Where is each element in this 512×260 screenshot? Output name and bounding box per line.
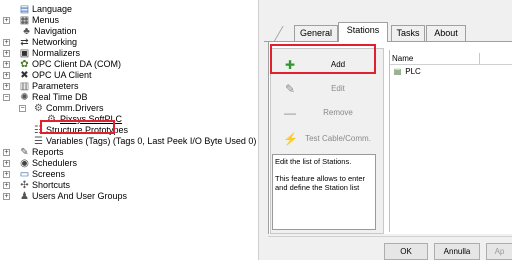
tree-item-screens[interactable]: + ▭ Screens: [0, 169, 258, 180]
test-cable-icon: ⚡: [283, 132, 298, 146]
expand-toggle[interactable]: +: [3, 160, 10, 167]
tree-item-label: Navigation: [34, 26, 77, 36]
tree-item-label: Real Time DB: [32, 92, 88, 102]
tree-item-label: Normalizers: [32, 48, 81, 58]
column-header-name[interactable]: Name: [390, 53, 480, 64]
footer-divider: [268, 236, 512, 237]
plc-station-icon: ▤: [393, 67, 402, 76]
navigation-icon: ♣: [23, 26, 30, 37]
tree-item-label: Parameters: [32, 81, 79, 91]
normalizers-icon: ▣: [19, 48, 30, 59]
expand-toggle[interactable]: +: [3, 39, 10, 46]
screens-icon: ▭: [19, 169, 30, 180]
expand-toggle[interactable]: +: [3, 193, 10, 200]
expand-toggle[interactable]: +: [3, 61, 10, 68]
menus-icon: ▦: [19, 15, 30, 26]
tree-item-label: OPC UA Client: [32, 70, 92, 80]
tree-item-label: Shortcuts: [32, 180, 71, 190]
tree-item-label: Reports: [32, 147, 64, 157]
tree-item-pixsys-softplc[interactable]: ⚙ Pixsys SoftPLC: [0, 114, 258, 125]
tree-item-parameters[interactable]: + ▥ Parameters: [0, 81, 258, 92]
description-box: Edit the list of Stations. This feature …: [272, 154, 376, 230]
edit-button-label: Edit: [331, 84, 345, 93]
tree-item-navigation[interactable]: ♣ Navigation: [0, 26, 258, 37]
networking-icon: ⇄: [20, 37, 29, 48]
reports-icon: ✎: [20, 147, 29, 158]
remove-button-label: Remove: [323, 108, 353, 117]
tree-item-schedulers[interactable]: + ◉ Schedulers: [0, 158, 258, 169]
edit-station-button[interactable]: ✎ Edit: [275, 77, 379, 101]
list-item[interactable]: ▤ PLC: [392, 66, 421, 77]
opc-ua-icon: ✖: [20, 70, 29, 81]
tree-item-networking[interactable]: + ⇄ Networking: [0, 37, 258, 48]
expand-toggle[interactable]: −: [19, 105, 26, 112]
tree-item-label: Screens: [32, 169, 66, 179]
database-icon: ✺: [20, 92, 29, 103]
tree-item-label: Menus: [32, 15, 60, 25]
remove-icon: —: [284, 106, 296, 120]
remove-station-button[interactable]: — Remove: [275, 101, 379, 125]
tree-item-variables[interactable]: ☰ Variables (Tags) (Tags 0, Last Peek I/…: [0, 136, 258, 147]
tree-item-label: Comm.Drivers: [46, 103, 104, 113]
schedulers-icon: ◉: [20, 158, 29, 169]
expand-toggle[interactable]: −: [3, 94, 10, 101]
tree-item-language[interactable]: ▤ Language: [0, 4, 258, 15]
tab-tasks[interactable]: Tasks: [391, 25, 425, 42]
tree-item-opc-client-da[interactable]: + ✿ OPC Client DA (COM): [0, 59, 258, 70]
project-tree: ▤ Language + ▦ Menus ♣ Navigation + ⇄ Ne…: [0, 0, 258, 260]
tree-item-structure-prototypes[interactable]: ☷ Structure Prototypes: [0, 125, 258, 136]
tree-item-real-time-db[interactable]: − ✺ Real Time DB: [0, 92, 258, 103]
expand-toggle[interactable]: +: [3, 50, 10, 57]
expand-toggle[interactable]: +: [3, 149, 10, 156]
shortcuts-icon: ✣: [20, 180, 29, 191]
expand-toggle[interactable]: +: [3, 171, 10, 178]
comm-drivers-icon: ⚙: [34, 103, 43, 114]
language-icon: ▤: [19, 4, 30, 15]
cancel-button[interactable]: Annulla: [434, 243, 480, 260]
tree-item-opc-ua-client[interactable]: + ✖ OPC UA Client: [0, 70, 258, 81]
parameters-icon: ▥: [19, 81, 30, 92]
station-name: PLC: [405, 67, 421, 76]
tree-item-reports[interactable]: + ✎ Reports: [0, 147, 258, 158]
add-highlight: [270, 44, 376, 74]
header-rule: [390, 64, 512, 65]
tree-item-users-and-groups[interactable]: + ♟ Users And User Groups: [0, 191, 258, 202]
expand-toggle[interactable]: +: [3, 83, 10, 90]
expand-toggle[interactable]: +: [3, 72, 10, 79]
tab-general[interactable]: General: [294, 25, 338, 42]
tree-item-shortcuts[interactable]: + ✣ Shortcuts: [0, 180, 258, 191]
expand-toggle[interactable]: +: [3, 17, 10, 24]
edit-icon: ✎: [284, 82, 296, 96]
tree-item-menus[interactable]: + ▦ Menus: [0, 15, 258, 26]
tree-item-comm-drivers[interactable]: − ⚙ Comm.Drivers: [0, 103, 258, 114]
test-cable-button-label: Test Cable/Comm.: [305, 134, 371, 143]
tree-item-normalizers[interactable]: + ▣ Normalizers: [0, 48, 258, 59]
tab-strip: General Stations Tasks About: [264, 22, 512, 42]
tree-item-label: Users And User Groups: [32, 191, 128, 201]
tree-item-label: Variables (Tags) (Tags 0, Last Peek I/O …: [46, 136, 257, 146]
tab-stations[interactable]: Stations: [338, 22, 388, 42]
stations-list[interactable]: Name ▤ PLC: [389, 50, 512, 232]
tab-about[interactable]: About: [426, 25, 466, 42]
driver-settings-dialog: General Stations Tasks About ✚ Add ✎ Edi…: [264, 0, 512, 260]
variables-icon: ☰: [34, 136, 43, 147]
description-title: Edit the list of Stations.: [275, 157, 352, 166]
tree-item-label: Language: [32, 4, 73, 14]
tree-item-label: Schedulers: [32, 158, 78, 168]
description-text: This feature allows to enter and define …: [275, 174, 366, 192]
opc-da-icon: ✿: [20, 59, 29, 70]
expand-toggle[interactable]: +: [3, 182, 10, 189]
test-cable-button[interactable]: ⚡ Test Cable/Comm.: [275, 125, 379, 153]
tree-item-label: OPC Client DA (COM): [32, 59, 122, 69]
column-header-extra[interactable]: [480, 53, 512, 64]
ok-button[interactable]: OK: [384, 243, 428, 260]
apply-button[interactable]: Ap: [486, 243, 512, 260]
selection-highlight: [40, 120, 115, 134]
tree-item-label: Networking: [32, 37, 78, 47]
users-icon: ♟: [20, 191, 29, 202]
